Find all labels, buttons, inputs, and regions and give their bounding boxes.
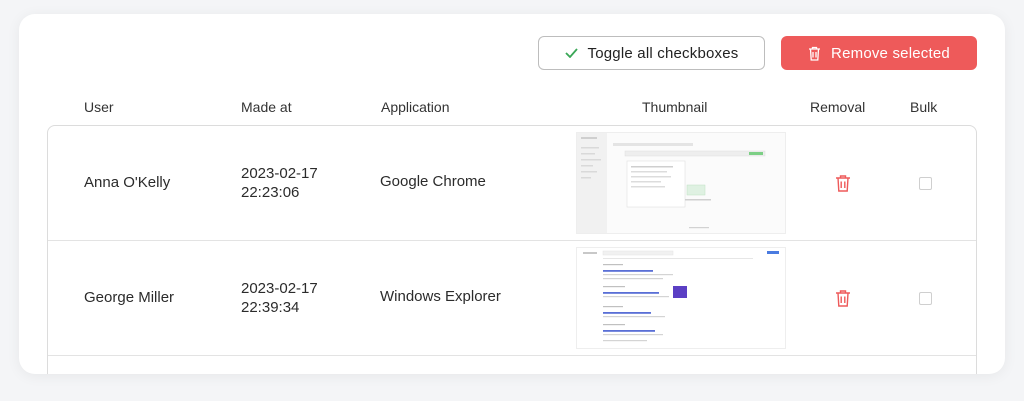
column-header-user: User	[84, 99, 114, 115]
made-time: 22:23:06	[241, 184, 300, 201]
application-cell: Google Chrome	[380, 173, 486, 190]
column-header-made-at: Made at	[241, 99, 292, 115]
column-header-bulk: Bulk	[910, 99, 938, 115]
application-cell: Windows Explorer	[380, 288, 501, 305]
remove-selected-label: Remove selected	[831, 44, 950, 62]
made-date: 2023-02-17	[241, 165, 318, 182]
table-row: George Miller 2023-02-17 22:39:34 Window…	[48, 241, 976, 356]
bulk-checkbox[interactable]	[919, 177, 932, 190]
made-at-cell: 2023-02-17 22:23:06	[241, 164, 318, 202]
user-cell: Anna O'Kelly	[84, 174, 171, 191]
column-header-thumbnail: Thumbnail	[642, 99, 708, 115]
made-at-cell: 2023-02-17 22:39:34	[241, 279, 318, 317]
trash-icon[interactable]	[835, 289, 851, 307]
trash-icon	[809, 46, 821, 61]
thumbnail-image[interactable]	[576, 247, 786, 349]
screenshots-table: Anna O'Kelly 2023-02-17 22:23:06 Google …	[47, 125, 977, 374]
made-time: 22:39:34	[241, 299, 300, 316]
column-header-removal: Removal	[810, 99, 866, 115]
checkmark-icon	[564, 48, 578, 58]
column-header-application: Application	[381, 99, 450, 115]
table-row: Anna O'Kelly 2023-02-17 22:23:06 Google …	[48, 126, 976, 241]
toggle-all-checkboxes-button[interactable]: Toggle all checkboxes	[538, 36, 765, 70]
made-date: 2023-02-17	[241, 280, 318, 297]
toggle-all-label: Toggle all checkboxes	[587, 44, 739, 62]
user-cell: George Miller	[84, 289, 175, 306]
thumbnail-image[interactable]	[576, 132, 786, 234]
bulk-checkbox[interactable]	[919, 292, 932, 305]
trash-icon[interactable]	[835, 174, 851, 192]
chrome-app-screenshot-icon	[577, 133, 785, 233]
screenshots-panel: Toggle all checkboxes Remove selected Us…	[19, 14, 1005, 374]
search-results-screenshot-icon	[577, 248, 785, 348]
remove-selected-button[interactable]: Remove selected	[781, 36, 977, 70]
